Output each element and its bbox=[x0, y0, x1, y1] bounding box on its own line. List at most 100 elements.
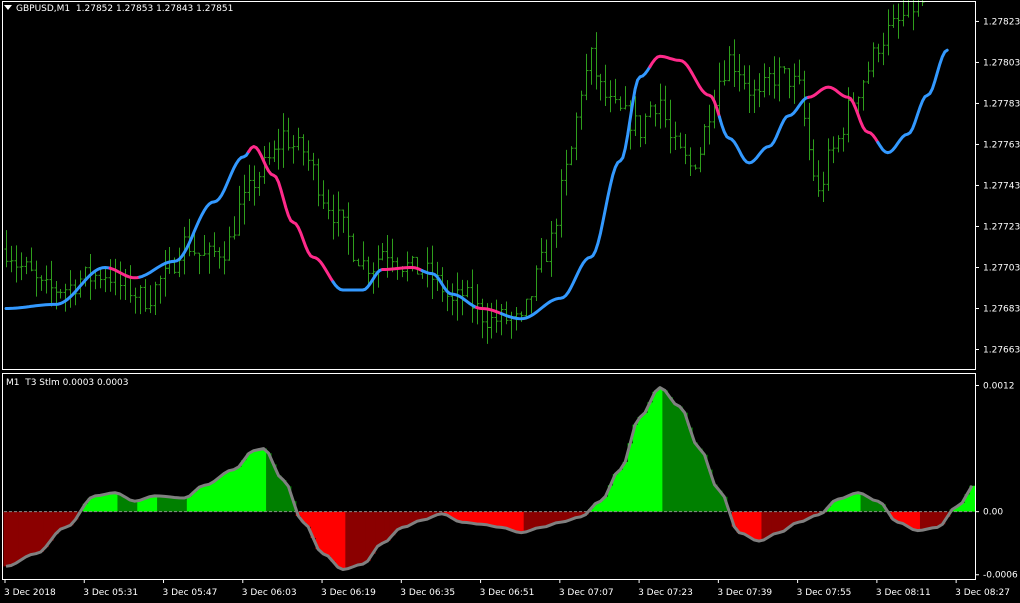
histogram-bar bbox=[919, 511, 926, 531]
ohlc-bar bbox=[782, 66, 787, 74]
ohlc-bar bbox=[579, 90, 584, 130]
ohlc-bar bbox=[564, 149, 569, 196]
ohlc-bar bbox=[321, 180, 326, 210]
histogram-bar bbox=[687, 427, 693, 512]
time-axis-label: 3 Dec 07:23 bbox=[638, 588, 693, 598]
t3-line-up bbox=[499, 65, 652, 321]
ohlc-bar bbox=[232, 216, 237, 240]
ohlc-bar bbox=[207, 242, 212, 274]
ohlc-bar bbox=[237, 185, 242, 236]
ohlc-bar bbox=[376, 245, 381, 288]
histogram-bar bbox=[766, 511, 772, 537]
ohlc-bar bbox=[356, 258, 361, 267]
ohlc-bar bbox=[732, 39, 737, 87]
ohlc-bar bbox=[663, 85, 668, 128]
ohlc-bar bbox=[14, 245, 19, 283]
histogram-bar bbox=[340, 511, 346, 570]
histogram-bar bbox=[840, 498, 847, 512]
ohlc-bar bbox=[683, 134, 688, 165]
histogram-bar bbox=[231, 469, 237, 512]
histogram-bar bbox=[399, 511, 406, 528]
ohlc-bar bbox=[841, 127, 846, 152]
ohlc-bar bbox=[613, 78, 618, 104]
histogram-bar bbox=[523, 511, 530, 532]
ohlc-bar bbox=[861, 80, 866, 111]
ohlc-bar bbox=[450, 283, 455, 316]
price-axis-label: 1.27783 bbox=[983, 99, 1020, 109]
ohlc-bar bbox=[653, 104, 658, 127]
indicator-panel bbox=[3, 386, 976, 571]
ohlc-bar bbox=[326, 189, 331, 220]
ohlc-bar bbox=[524, 298, 529, 319]
histogram-bar bbox=[489, 511, 495, 526]
ohlc-bar bbox=[534, 265, 539, 302]
ohlc-bar bbox=[301, 134, 306, 166]
histogram-bar bbox=[171, 497, 178, 512]
histogram-bar bbox=[508, 511, 515, 531]
ohlc-bar bbox=[871, 42, 876, 78]
histogram-bar bbox=[513, 511, 520, 532]
histogram-bar bbox=[464, 511, 470, 523]
ohlc-bar bbox=[797, 59, 802, 85]
histogram-bar bbox=[33, 511, 39, 554]
ohlc-bar bbox=[316, 158, 321, 207]
histogram-bar bbox=[335, 511, 341, 568]
histogram-bar bbox=[617, 469, 624, 512]
indicator-axis-label: -0.0006 bbox=[983, 571, 1018, 581]
histogram-bar bbox=[112, 492, 119, 512]
histogram-bar bbox=[196, 487, 203, 512]
symbol-label: GBPUSD,M1 bbox=[16, 4, 71, 14]
ohlc-bar bbox=[742, 65, 747, 90]
ohlc-bar bbox=[49, 260, 54, 307]
ohlc-bar bbox=[346, 202, 351, 255]
histogram-bar bbox=[266, 453, 272, 512]
dropdown-triangle-icon[interactable] bbox=[4, 5, 12, 10]
histogram-bar bbox=[226, 470, 232, 512]
time-axis-label: 3 Dec 08:27 bbox=[955, 588, 1010, 598]
ohlc-bar bbox=[63, 283, 68, 312]
chart-canvas: 1.27823 1.27803 1.27783 1.27763 1.27743 1.277… bbox=[2, 0, 1020, 598]
time-axis-label: 3 Dec 06:19 bbox=[321, 588, 376, 598]
ohlc-bar bbox=[772, 56, 777, 99]
ohlc-bar bbox=[707, 104, 712, 145]
ohlc-bar bbox=[504, 301, 509, 325]
histogram-bar bbox=[92, 495, 99, 512]
histogram-bar bbox=[18, 511, 24, 561]
time-axis-label: 3 Dec 06:03 bbox=[242, 588, 297, 598]
t3-line-up bbox=[331, 268, 384, 292]
histogram-bar bbox=[850, 493, 857, 512]
ohlc-bar bbox=[916, 0, 919, 17]
ohlc-bar bbox=[68, 270, 73, 308]
ohlc-bar bbox=[876, 43, 881, 63]
histogram-bar bbox=[924, 511, 931, 530]
histogram-bar bbox=[58, 511, 64, 530]
ohlc-bar bbox=[227, 226, 232, 261]
histogram-bar bbox=[761, 511, 768, 540]
ohlc-bar bbox=[445, 280, 450, 312]
ohlc-bar bbox=[331, 194, 336, 240]
ohlc-bar bbox=[747, 65, 752, 114]
price-axis-label: 1.27763 bbox=[983, 140, 1020, 150]
ohlc-bar bbox=[286, 117, 291, 151]
ohlc-bar bbox=[589, 47, 594, 85]
histogram-bar bbox=[479, 511, 485, 525]
indicator-header: M1 T3 Stlm 0.0003 0.0003 bbox=[6, 378, 129, 388]
ohlc-bar bbox=[594, 32, 599, 90]
histogram-bar bbox=[355, 511, 361, 565]
ohlc-bar bbox=[24, 256, 29, 275]
histogram-bar bbox=[493, 511, 500, 527]
ohlc-bar bbox=[44, 265, 49, 294]
time-axis-label: 3 Dec 05:47 bbox=[163, 588, 218, 598]
ohlc-bar bbox=[584, 53, 589, 101]
ohlc-bar bbox=[380, 243, 385, 261]
ohlc-bar bbox=[93, 271, 98, 290]
ohlc-bar bbox=[777, 57, 782, 102]
indicator-axis-label: 0.0012 bbox=[983, 382, 1015, 392]
time-axis-label: 3 Dec 06:35 bbox=[400, 588, 455, 598]
time-axis-label: 3 Dec 07:39 bbox=[717, 588, 772, 598]
histogram-bar bbox=[697, 448, 703, 512]
histogram-bar bbox=[771, 511, 777, 534]
ohlc-bar bbox=[19, 252, 24, 281]
histogram-bar bbox=[692, 442, 698, 512]
histogram-bar bbox=[28, 511, 34, 555]
